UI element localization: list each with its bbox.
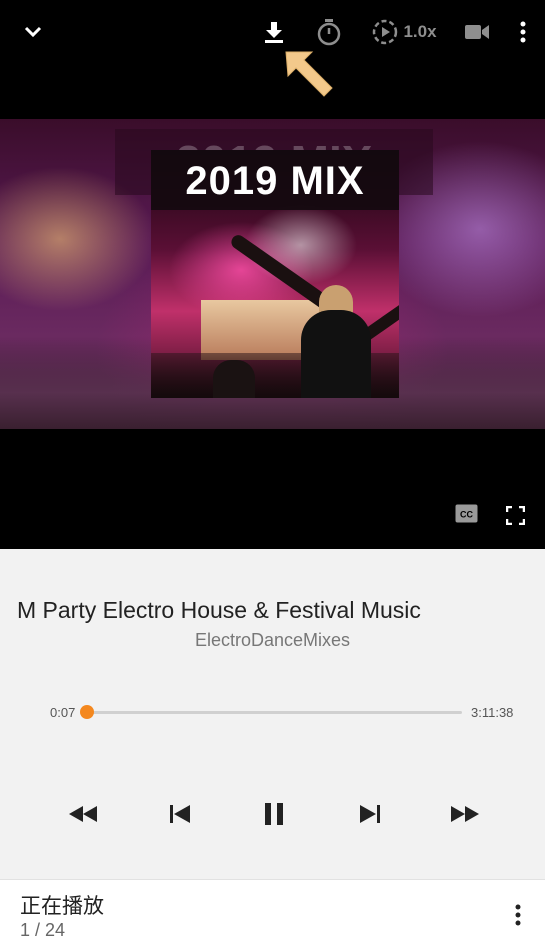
album-artwork: 2019 MIX [151,150,399,398]
track-title: M Party Electro House & Festival Music [17,597,421,624]
queue-footer[interactable]: 正在播放 1 / 24 [0,879,545,946]
artwork-person [301,310,371,398]
skip-previous-icon[interactable] [155,789,205,839]
playback-controls [0,789,545,839]
more-vertical-icon[interactable] [509,14,537,50]
track-title-marquee: M Party Electro House & Festival Music [0,597,545,627]
duration-time: 3:11:38 [471,705,513,720]
artwork-title: 2019 MIX [151,150,399,210]
download-icon[interactable] [258,14,290,50]
pause-icon[interactable] [249,789,299,839]
video-player[interactable]: 1.0x 2019 MIX 2019 MIX CC [0,0,545,549]
artwork-person [213,360,255,398]
svg-text:CC: CC [460,510,473,520]
player-toolbar: 1.0x [0,0,545,64]
seek-thumb[interactable] [80,705,94,719]
channel-name[interactable]: ElectroDanceMixes [0,630,545,651]
fast-forward-icon[interactable] [440,789,490,839]
skip-next-icon[interactable] [345,789,395,839]
fullscreen-icon[interactable] [506,506,525,530]
rewind-icon[interactable] [58,789,108,839]
now-playing-panel: M Party Electro House & Festival Music E… [0,549,545,879]
arrow-pointer-icon [282,48,336,103]
playback-speed-button[interactable]: 1.0x [367,14,441,50]
chevron-down-icon[interactable] [18,14,48,50]
more-vertical-icon[interactable] [503,900,533,930]
video-camera-icon[interactable] [462,14,492,50]
closed-captions-icon[interactable]: CC [455,504,478,528]
queue-position: 1 / 24 [20,920,65,941]
playback-speed-label: 1.0x [403,22,436,42]
elapsed-time: 0:07 [50,705,75,720]
seek-bar[interactable] [87,711,462,714]
stopwatch-icon[interactable] [312,14,346,50]
playback-speed-icon [371,18,399,46]
now-playing-label: 正在播放 [20,890,104,920]
